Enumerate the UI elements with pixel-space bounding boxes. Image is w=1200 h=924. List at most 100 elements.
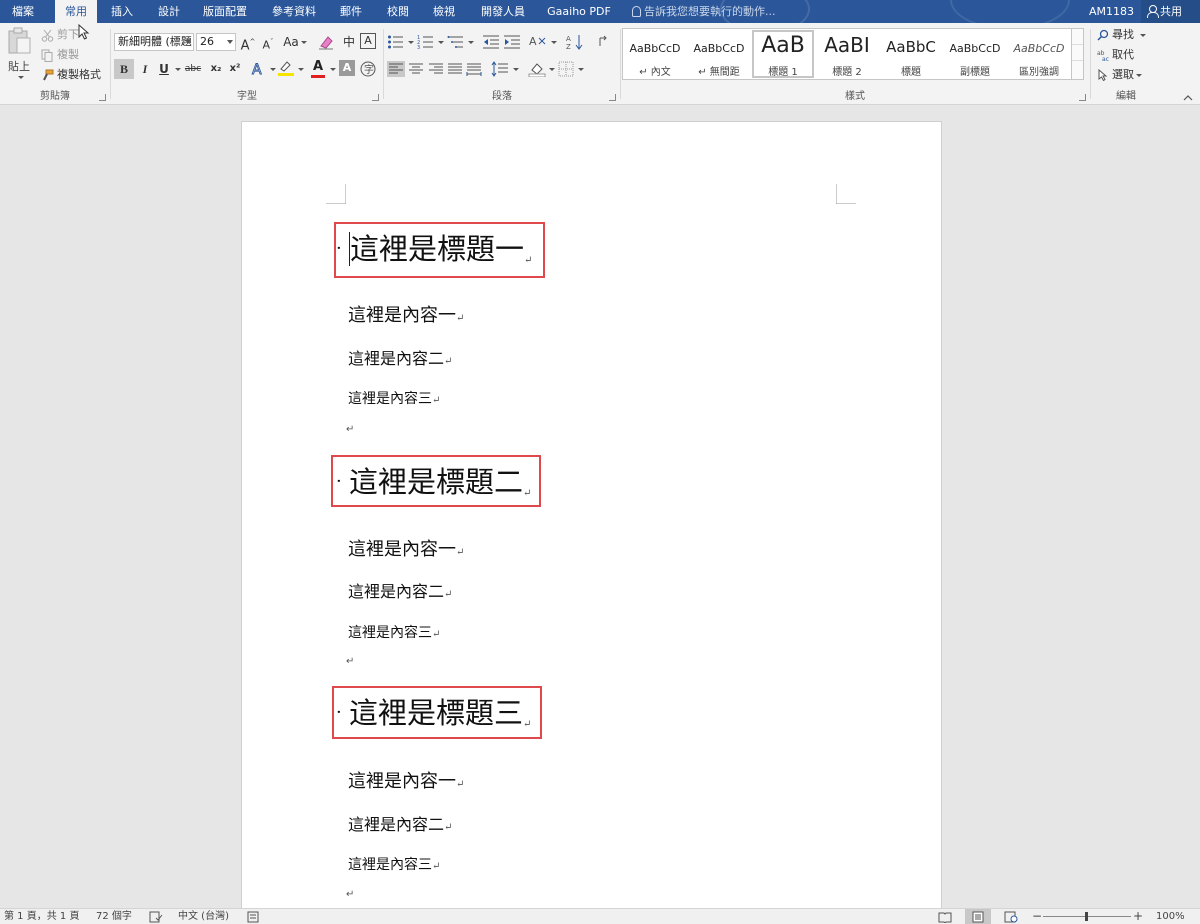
heading-1[interactable]: · 這裡是標題一↵: [331, 226, 532, 278]
decrease-indent-icon[interactable]: [482, 34, 500, 50]
style-normal[interactable]: AaBbCcD ↵ 內文: [624, 30, 686, 78]
page-count[interactable]: 第 1 頁，共 1 頁: [4, 909, 79, 924]
font-name-dropdown[interactable]: 新細明體 (標題: [114, 33, 194, 51]
find-button[interactable]: 尋找: [1097, 26, 1146, 44]
align-left-icon[interactable]: [387, 61, 405, 77]
style-heading-1[interactable]: AaB 標題 1: [752, 30, 814, 78]
justify-icon[interactable]: [446, 61, 464, 77]
grow-font-icon[interactable]: A^: [238, 32, 258, 53]
tab-design[interactable]: 設計: [150, 0, 188, 23]
show-hide-marks-icon[interactable]: [596, 34, 610, 50]
chevron-down-icon[interactable]: [270, 68, 276, 71]
body-line[interactable]: 這裡是內容一↵: [348, 767, 464, 793]
tab-developer[interactable]: 開發人員: [474, 0, 532, 23]
web-layout-icon[interactable]: [1004, 911, 1018, 923]
bold-button[interactable]: B: [114, 59, 134, 79]
tab-review[interactable]: 校閱: [380, 0, 416, 23]
body-line[interactable]: 這裡是內容二↵: [348, 811, 452, 835]
text-effects-icon[interactable]: A: [250, 60, 268, 78]
distributed-icon[interactable]: [465, 61, 483, 77]
chevron-down-icon[interactable]: [468, 41, 474, 44]
body-line[interactable]: 這裡是內容一↵: [348, 535, 464, 561]
tab-insert[interactable]: 插入: [104, 0, 140, 23]
heading-2[interactable]: · 這裡是標題二↵: [331, 459, 531, 511]
replace-button[interactable]: ab ac 取代: [1097, 46, 1134, 64]
asian-layout-icon[interactable]: A: [529, 34, 547, 50]
strikethrough-button[interactable]: abc: [181, 59, 205, 79]
highlight-color-icon[interactable]: [277, 59, 295, 77]
dialog-launcher-icon[interactable]: [372, 94, 379, 101]
dialog-launcher-icon[interactable]: [99, 94, 106, 101]
tell-me-box[interactable]: 告訴我您想要執行的動作...: [632, 0, 776, 23]
gallery-more[interactable]: [1072, 61, 1083, 77]
borders-icon[interactable]: [558, 61, 574, 77]
body-line[interactable]: 這裡是內容二↵: [348, 345, 452, 369]
shading-icon[interactable]: [528, 61, 546, 77]
increase-indent-icon[interactable]: [503, 34, 521, 50]
body-line[interactable]: 這裡是內容三↵: [348, 854, 440, 874]
chevron-down-icon[interactable]: [438, 41, 444, 44]
multilevel-list-icon[interactable]: [447, 34, 465, 50]
style-title[interactable]: AaBbC 標題: [880, 30, 942, 78]
chevron-down-icon[interactable]: [298, 68, 304, 71]
tab-layout[interactable]: 版面配置: [196, 0, 254, 23]
language[interactable]: 中文 (台灣): [178, 909, 229, 924]
zoom-out-button[interactable]: −: [1032, 909, 1042, 924]
format-painter-button[interactable]: 複製格式: [41, 66, 101, 84]
gallery-scroll-up[interactable]: [1072, 29, 1083, 45]
body-line[interactable]: 這裡是內容三↵: [348, 388, 440, 408]
heading-3[interactable]: · 這裡是標題三↵: [331, 690, 531, 742]
bullets-icon[interactable]: [387, 34, 405, 50]
italic-button[interactable]: I: [135, 59, 155, 79]
character-border-icon[interactable]: A: [360, 33, 376, 49]
macro-recording-icon[interactable]: [247, 911, 259, 923]
zoom-in-button[interactable]: +: [1133, 909, 1143, 924]
tab-mailings[interactable]: 郵件: [333, 0, 369, 23]
superscript-button[interactable]: x²: [225, 59, 245, 79]
chevron-down-icon[interactable]: [513, 68, 519, 71]
gallery-scroll-down[interactable]: [1072, 45, 1083, 61]
body-line[interactable]: 這裡是內容一↵: [348, 301, 464, 327]
align-center-icon[interactable]: [407, 61, 425, 77]
tab-view[interactable]: 檢視: [426, 0, 462, 23]
chevron-down-icon[interactable]: [330, 68, 336, 71]
chevron-down-icon[interactable]: [549, 68, 555, 71]
select-button[interactable]: 選取: [1097, 66, 1142, 84]
phonetic-guide-button[interactable]: 中: [339, 32, 359, 52]
paste-button[interactable]: 貼上: [4, 27, 34, 85]
subscript-button[interactable]: x₂: [206, 59, 226, 79]
account-name[interactable]: AM1183: [1089, 0, 1134, 23]
proofing-icon[interactable]: [149, 911, 163, 923]
cut-button[interactable]: 剪下: [41, 26, 79, 44]
print-layout-button[interactable]: [965, 909, 991, 924]
style-no-spacing[interactable]: AaBbCcD ↵ 無間距: [688, 30, 750, 78]
chevron-down-icon[interactable]: [578, 68, 584, 71]
align-right-icon[interactable]: [427, 61, 445, 77]
character-shading-button[interactable]: A: [339, 60, 355, 76]
dialog-launcher-icon[interactable]: [609, 94, 616, 101]
tab-gaaiho-pdf[interactable]: Gaaiho PDF: [542, 0, 616, 23]
sort-icon[interactable]: AZ: [566, 34, 584, 50]
chevron-down-icon[interactable]: [408, 41, 414, 44]
read-mode-icon[interactable]: [938, 911, 952, 923]
line-spacing-icon[interactable]: [491, 61, 509, 77]
collapse-ribbon-icon[interactable]: [1183, 94, 1193, 102]
copy-button[interactable]: 複製: [41, 46, 79, 64]
font-size-dropdown[interactable]: 26: [196, 33, 236, 51]
style-heading-2[interactable]: AaBI 標題 2: [816, 30, 878, 78]
chevron-down-icon[interactable]: [551, 41, 557, 44]
tab-home[interactable]: 常用: [55, 0, 97, 23]
underline-button[interactable]: U: [154, 59, 174, 79]
enclose-characters-icon[interactable]: 字: [359, 60, 377, 78]
zoom-level[interactable]: 100%: [1156, 909, 1185, 924]
zoom-slider-thumb[interactable]: [1085, 912, 1088, 921]
style-subtitle[interactable]: AaBbCcD 副標題: [944, 30, 1006, 78]
shrink-font-icon[interactable]: Aˇ: [258, 32, 278, 52]
tab-file[interactable]: 檔案: [3, 0, 43, 23]
word-count[interactable]: 72 個字: [96, 909, 132, 924]
clear-formatting-icon[interactable]: [317, 33, 335, 51]
font-color-button[interactable]: A: [309, 59, 327, 79]
body-line[interactable]: 這裡是內容二↵: [348, 578, 452, 602]
dialog-launcher-icon[interactable]: [1079, 94, 1086, 101]
gallery-scrollbar[interactable]: [1071, 29, 1083, 79]
